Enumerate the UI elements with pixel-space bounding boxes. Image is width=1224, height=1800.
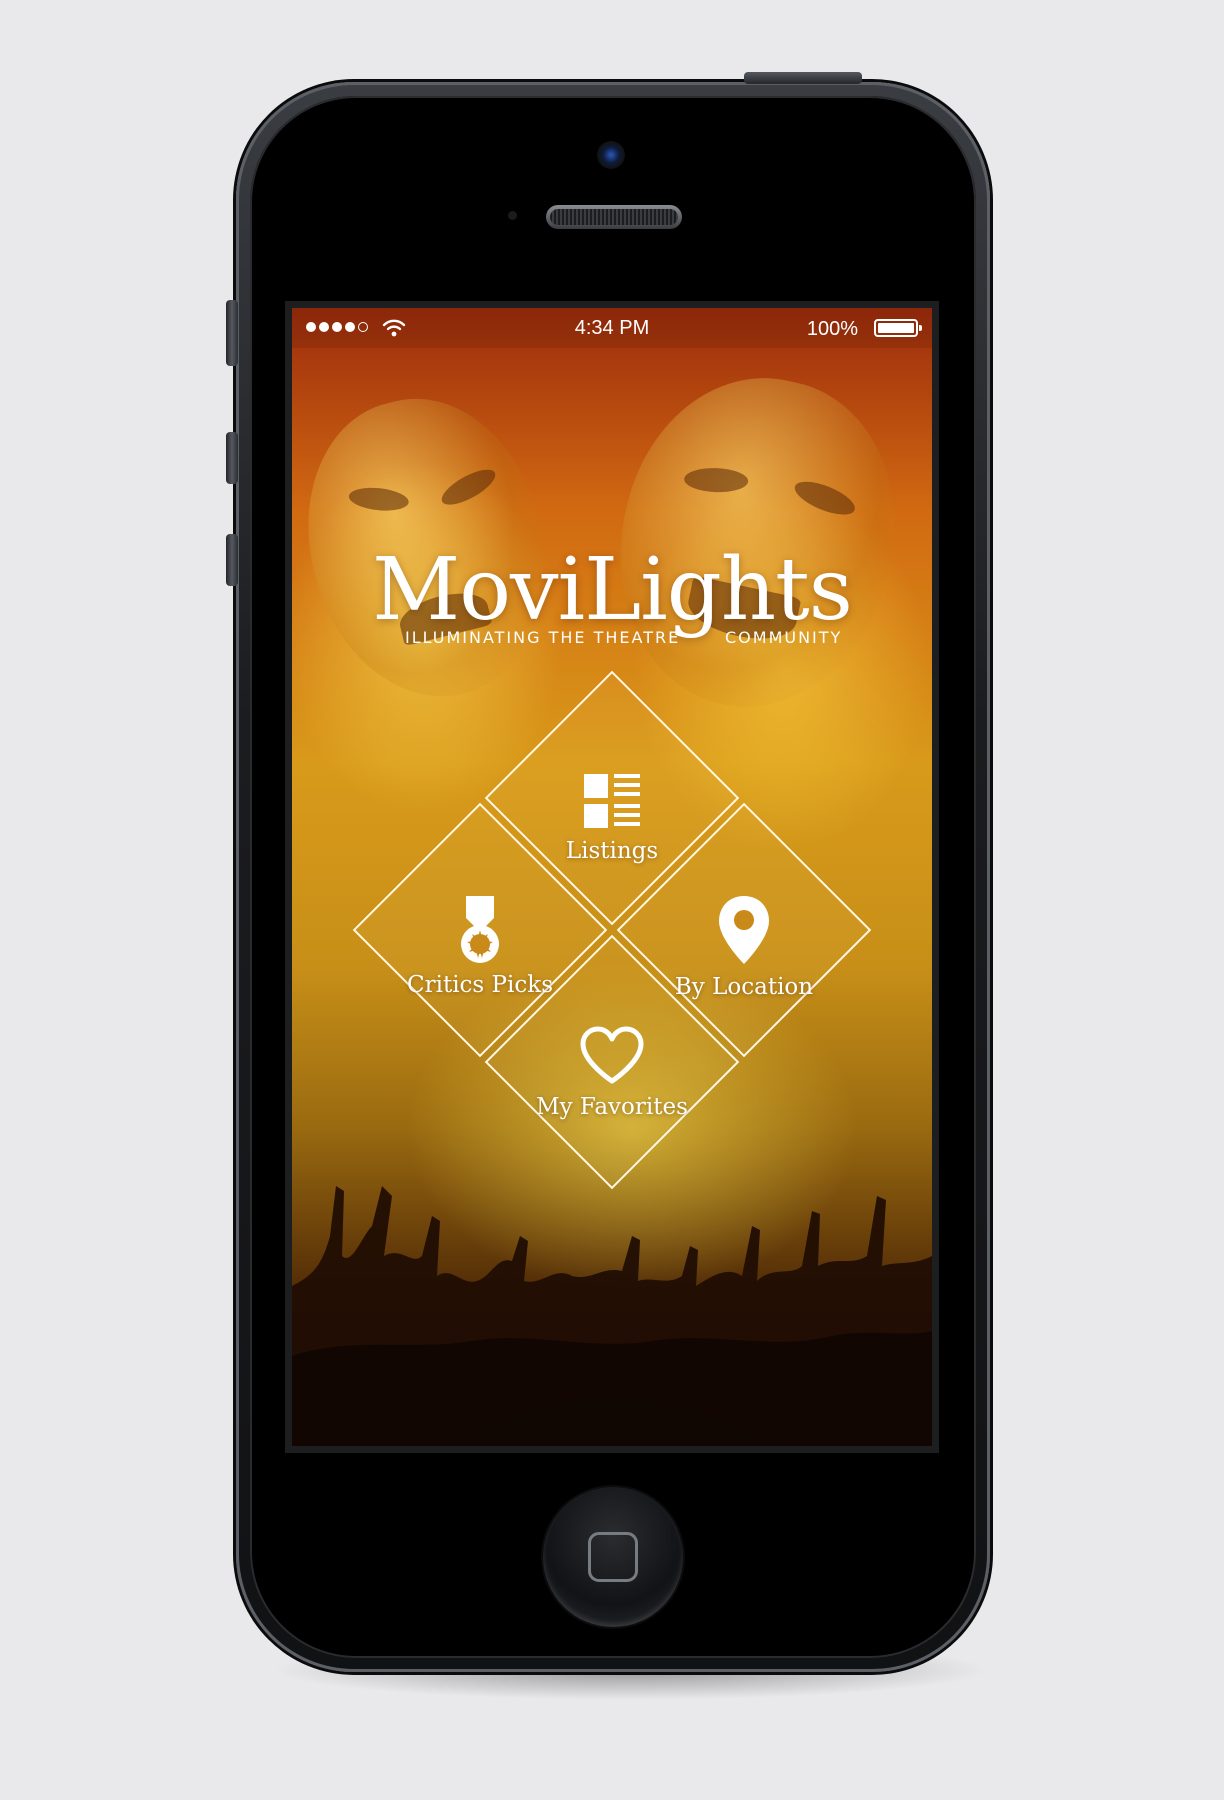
mask-eye [347, 485, 410, 514]
tagline-left: ILLUMINATING THE THEATRE [405, 628, 681, 647]
app-logo: MoviLights [372, 540, 853, 640]
status-bar: 4:34 PM 100% [292, 308, 932, 348]
mask-eye [436, 462, 501, 512]
tagline-right: COMMUNITY [725, 628, 843, 647]
mask-eye [790, 475, 859, 522]
mute-switch [226, 300, 238, 366]
app-screen: 4:34 PM 100% MoviLights ILLUMINATING THE… [292, 308, 932, 1446]
my-favorites-label: My Favorites [536, 1094, 688, 1120]
battery-percentage: 100% [806, 318, 858, 340]
listings-icon [584, 774, 640, 828]
proximity-sensor [508, 211, 517, 220]
mask-eye [683, 467, 749, 494]
battery-icon [874, 319, 922, 337]
my-favorites-button[interactable]: My Favorites [484, 934, 740, 1190]
power-button [744, 72, 862, 84]
volume-down-button [226, 534, 238, 586]
heart-icon [580, 1026, 644, 1084]
home-button[interactable] [543, 1487, 683, 1627]
earpiece-speaker [546, 205, 682, 229]
volume-up-button [226, 432, 238, 484]
front-camera [597, 141, 625, 169]
medal-icon [461, 896, 499, 963]
location-pin-icon [719, 896, 769, 964]
